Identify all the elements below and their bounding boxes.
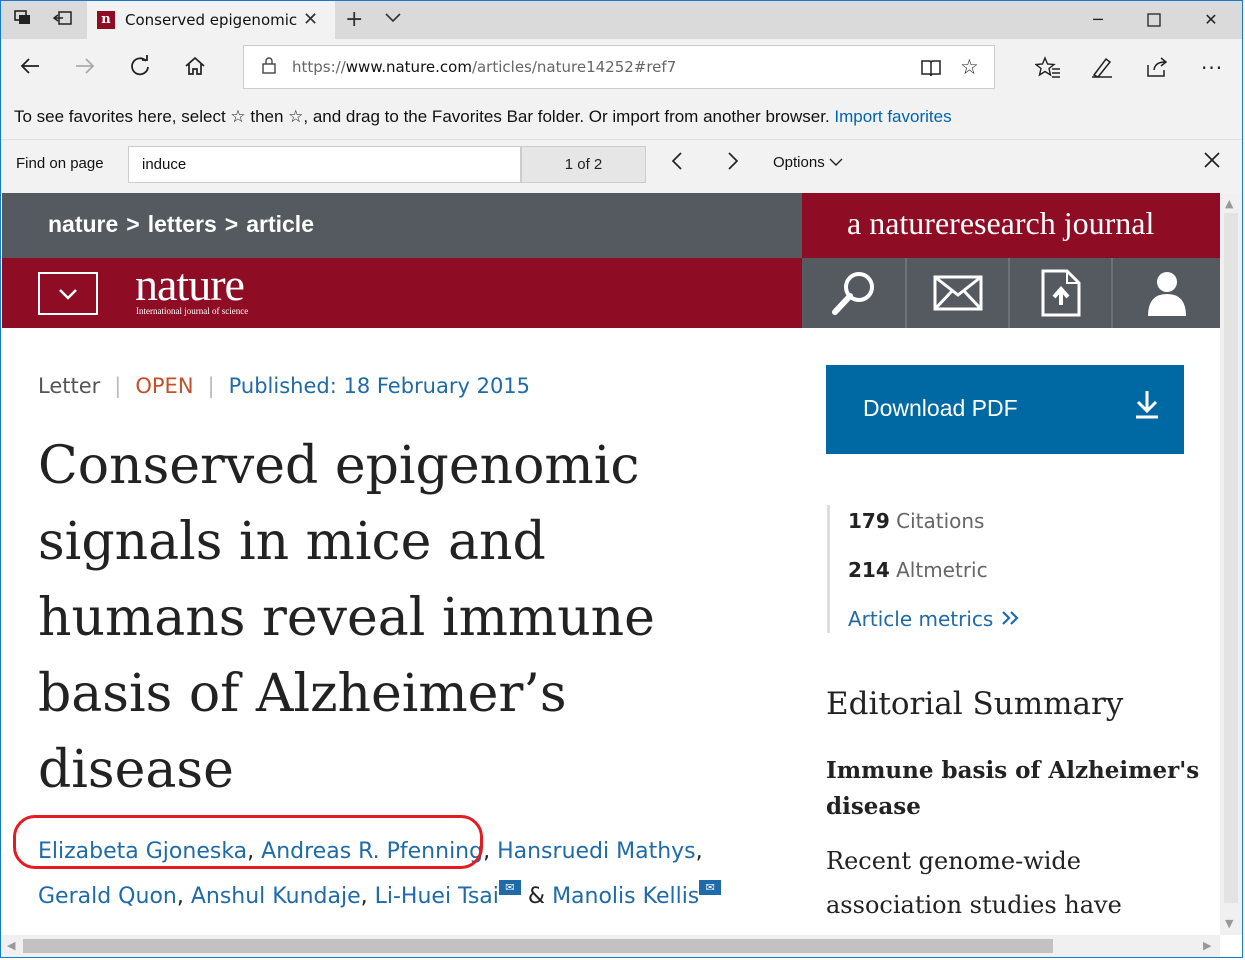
import-favorites-link[interactable]: Import favorites [834, 107, 951, 126]
menu-toggle-button[interactable] [38, 272, 98, 315]
find-input[interactable]: induce [128, 146, 521, 183]
article-metrics-link[interactable]: Article metrics [848, 607, 1020, 631]
author-link[interactable]: Gerald Quon [38, 884, 177, 909]
home-icon[interactable] [181, 55, 209, 83]
double-chevron-right-icon [1001, 611, 1019, 625]
breadcrumb-article[interactable]: article [246, 211, 314, 237]
restore-tabs-icon[interactable] [52, 10, 73, 30]
natureresearch-label: a natureresearch journal [847, 205, 1155, 241]
scroll-right-icon[interactable]: ▶ [1203, 939, 1211, 952]
download-pdf-button[interactable]: Download PDF [826, 365, 1184, 454]
breadcrumb-letters[interactable]: letters [148, 211, 217, 237]
reading-view-icon[interactable] [920, 58, 942, 82]
find-next-icon[interactable] [725, 150, 741, 178]
download-icon [1134, 389, 1160, 426]
editorial-body: Recent genome-wide association studies h… [826, 847, 1122, 919]
article-title: Conserved epigenomic signals in mice and… [38, 436, 655, 800]
find-label: Find on page [16, 155, 104, 172]
tab-close-icon[interactable]: ✕ [303, 9, 318, 30]
lock-icon [262, 57, 276, 78]
author-conjunction: & [527, 884, 546, 909]
find-result-count: 1 of 2 [521, 146, 646, 183]
back-icon[interactable] [16, 55, 44, 83]
user-account-icon[interactable] [1111, 258, 1220, 328]
search-icon[interactable] [802, 258, 905, 328]
highlight-annotation [13, 815, 483, 869]
nature-favicon-icon: n [97, 11, 115, 29]
nature-logo[interactable]: nature [135, 258, 245, 311]
maximize-button[interactable] [1134, 7, 1174, 33]
new-tab-icon[interactable]: + [345, 7, 363, 32]
author-link[interactable]: Anshul Kundaje [191, 884, 361, 909]
notes-pen-icon[interactable] [1090, 55, 1114, 83]
chevron-down-icon [59, 289, 77, 300]
logo-subtitle: International journal of science [136, 306, 249, 316]
find-previous-icon[interactable] [669, 150, 685, 178]
altmetric-metric: 214 Altmetric [848, 558, 988, 582]
horizontal-scrollbar[interactable]: ◀ ▶ [1, 935, 1220, 957]
close-window-button[interactable]: ✕ [1191, 7, 1231, 33]
scroll-left-icon[interactable]: ◀ [7, 939, 15, 952]
article-type: Letter [38, 374, 101, 398]
email-icon[interactable] [905, 258, 1008, 328]
site-header: nature International journal of science [2, 258, 802, 328]
share-icon[interactable] [1145, 55, 1169, 83]
article-meta: Letter | OPEN | Published: 18 February 2015 [38, 374, 531, 398]
metrics-panel: 179 Citations 214 Altmetric Article metr… [827, 505, 1030, 633]
page-content: nature > letters > article a natureresearch … [2, 193, 1220, 935]
open-access-badge: OPEN [135, 374, 194, 398]
favorite-star-icon[interactable]: ☆ [960, 55, 979, 79]
find-options-button[interactable]: Options [773, 154, 843, 171]
upload-file-icon[interactable] [1008, 258, 1111, 328]
more-options-icon[interactable]: ··· [1201, 56, 1223, 80]
tabs-aside-icon[interactable] [13, 10, 33, 30]
natureresearch-banner[interactable]: a natureresearch journal [802, 193, 1220, 258]
favorites-hint: To see favorites here, select ☆ then ☆, … [14, 107, 952, 126]
address-bar[interactable]: https://www.nature.com/articles/nature14… [243, 45, 995, 89]
scroll-up-icon[interactable]: ▲ [1225, 197, 1233, 210]
favorites-icon[interactable] [1034, 55, 1061, 83]
vertical-scroll-thumb[interactable] [1224, 213, 1238, 903]
vertical-scrollbar[interactable]: ▲ ▼ [1220, 193, 1242, 935]
tab-bar: n Conserved epigenomic ✕ + ─ ✕ [1, 1, 1242, 40]
email-icon[interactable]: ✉ [498, 880, 521, 895]
horizontal-scroll-thumb[interactable] [23, 939, 1053, 953]
url-text[interactable]: https://www.nature.com/articles/nature14… [292, 58, 676, 76]
email-icon[interactable]: ✉ [699, 880, 722, 895]
minimize-button[interactable]: ─ [1078, 7, 1118, 33]
author-link[interactable]: Hansruedi Mathys [497, 839, 696, 864]
breadcrumb-nature[interactable]: nature [48, 211, 118, 237]
publication-date[interactable]: Published: 18 February 2015 [229, 374, 530, 398]
chevron-down-icon [829, 158, 843, 166]
download-pdf-label: Download PDF [863, 395, 1018, 421]
favorites-bar: To see favorites here, select ☆ then ☆, … [1, 97, 1242, 139]
forward-icon[interactable] [71, 55, 99, 83]
site-tools [802, 258, 1220, 328]
author-link[interactable]: Li-Huei Tsai [375, 884, 499, 909]
find-bar: Find on page induce 1 of 2 Options [1, 139, 1242, 193]
breadcrumb-bar: nature > letters > article [2, 193, 802, 258]
tab-title: Conserved epigenomic [125, 11, 298, 29]
editorial-summary-heading: Editorial Summary [826, 686, 1124, 722]
citations-metric: 179 Citations [848, 509, 985, 533]
refresh-icon[interactable] [126, 55, 154, 83]
editorial-headline: Immune basis of Alzheimer's disease [826, 757, 1200, 820]
chevron-down-icon[interactable] [384, 9, 402, 27]
scroll-down-icon[interactable]: ▼ [1225, 917, 1233, 930]
author-link[interactable]: Manolis Kellis [552, 884, 699, 909]
breadcrumb: nature > letters > article [48, 211, 314, 237]
find-close-icon[interactable] [1203, 150, 1221, 175]
